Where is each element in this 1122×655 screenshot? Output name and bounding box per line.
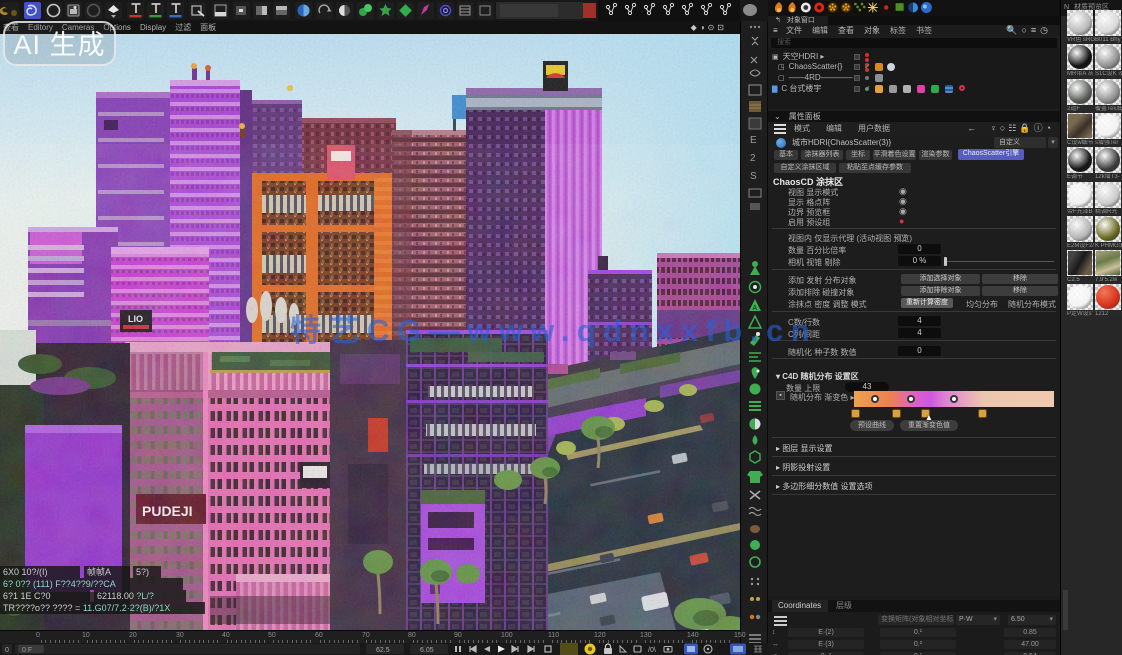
svg-text:2: 2 (750, 153, 756, 164)
svg-text:0 F: 0 F (22, 647, 32, 654)
svg-text:6.05: 6.05 (420, 647, 434, 654)
svg-text:S: S (750, 171, 757, 182)
svg-text:62.5: 62.5 (376, 647, 390, 654)
svg-text:0: 0 (5, 647, 9, 654)
svg-text:/0\: /0\ (648, 647, 656, 654)
svg-text:E: E (750, 135, 757, 146)
